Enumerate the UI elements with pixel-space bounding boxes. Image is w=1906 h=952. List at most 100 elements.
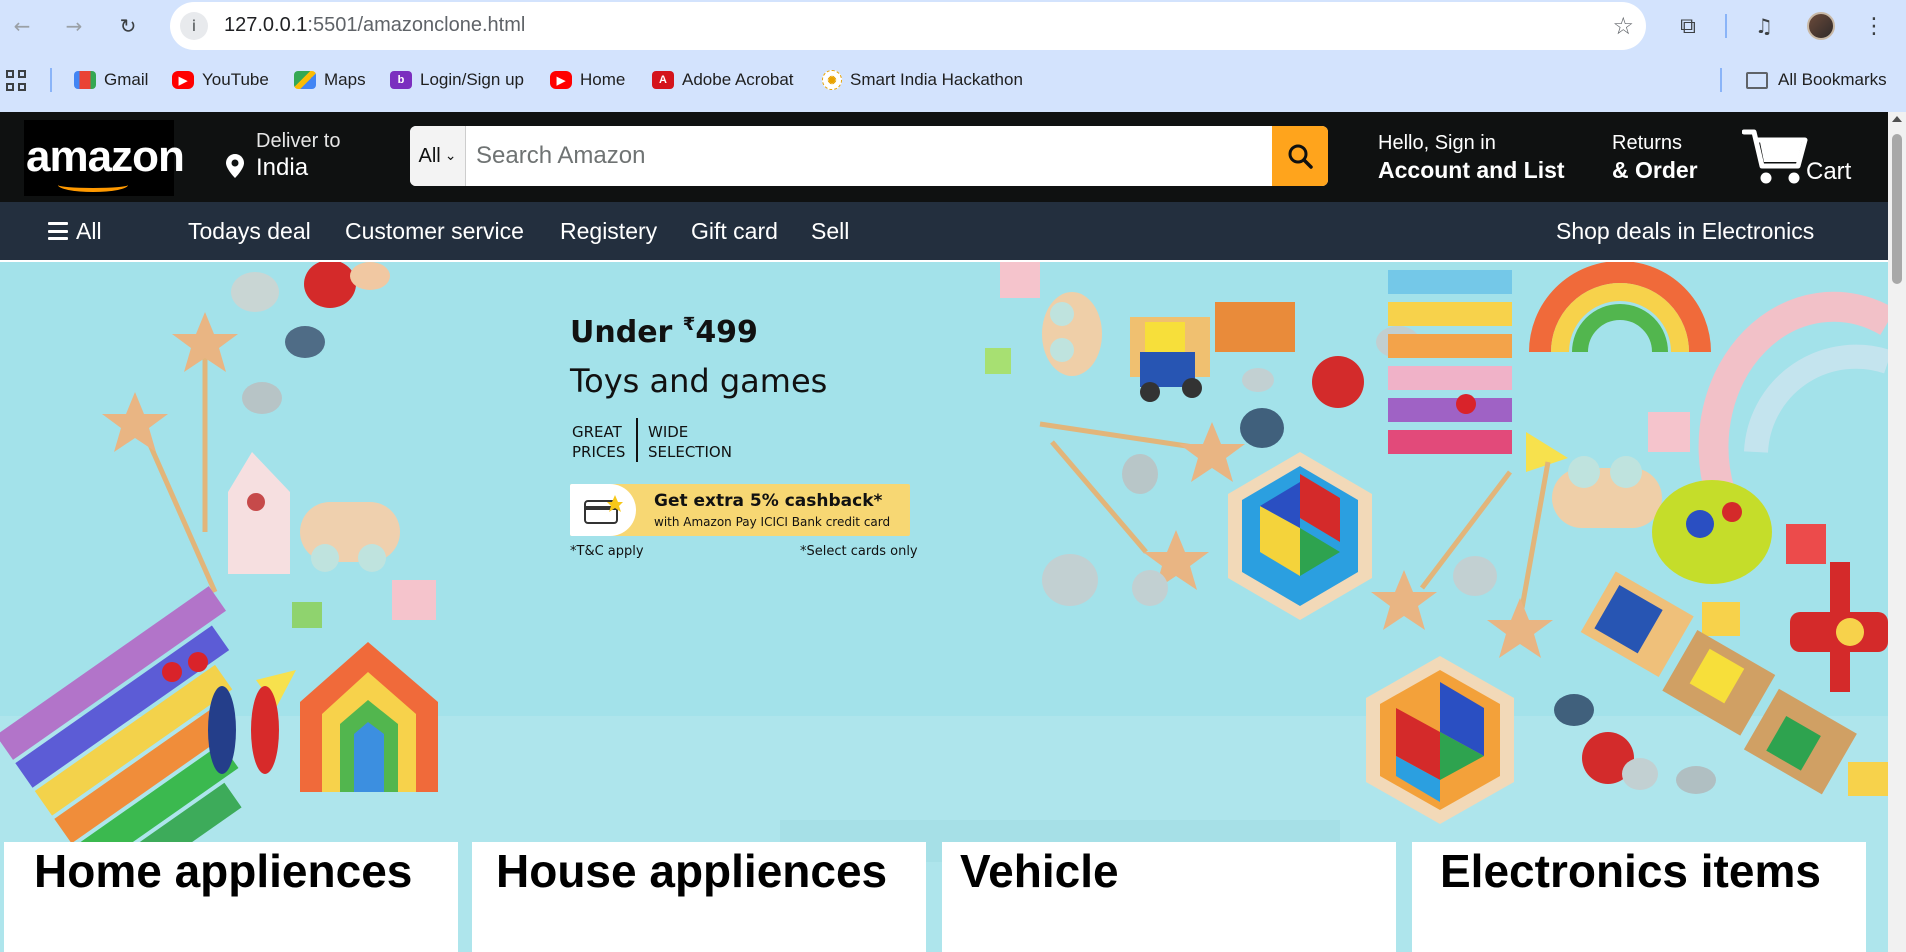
maps-icon [294, 71, 316, 89]
url-text[interactable]: 127.0.0.1:5501/amazonclone.html [224, 14, 525, 37]
cart-label: Cart [1806, 158, 1852, 185]
bookmark-label: YouTube [202, 70, 269, 89]
bookmark-label: Home [580, 70, 626, 89]
chevron-down-icon: ⌄ [444, 148, 457, 164]
sih-icon: ✺ [822, 70, 842, 90]
folder-icon [1746, 71, 1768, 89]
page-viewport: amazon Deliver to India All⌄ Hello, Sign… [0, 112, 1888, 952]
nav-all[interactable]: All [76, 218, 102, 245]
search-category-label: All [418, 144, 441, 167]
bookmark-login[interactable]: b Login/Sign up [390, 68, 524, 92]
search-button[interactable] [1272, 126, 1328, 186]
acrobat-icon: A [652, 71, 674, 89]
amazon-logo[interactable]: amazon [24, 120, 185, 196]
select-cards-note: *Select cards only [800, 544, 918, 559]
nav-customer-service[interactable]: Customer service [345, 218, 524, 245]
apps-grid-icon[interactable] [6, 70, 28, 92]
youtube-icon: ▶ [550, 71, 572, 89]
logo-text: amazon [26, 132, 185, 181]
bookmark-label: Login/Sign up [420, 70, 524, 89]
site-info-icon[interactable]: i [180, 12, 208, 40]
nav-electronics-deals[interactable]: Shop deals in Electronics [1556, 218, 1814, 245]
card-title: House appliences [496, 845, 888, 897]
browser-menu-icon[interactable]: ⋮ [1860, 10, 1888, 42]
category-card-vehicle[interactable]: Vehicle [942, 842, 1396, 952]
bookmarks-divider [50, 68, 52, 92]
bookmark-home[interactable]: ▶ Home [550, 68, 625, 92]
nav-registry[interactable]: Registery [560, 218, 657, 245]
hero-subtitle: Toys and games [570, 362, 828, 400]
logo-smile-icon [58, 178, 128, 192]
gmail-icon [74, 71, 96, 89]
search-input[interactable] [468, 126, 1270, 186]
hero-price: 499 [695, 315, 758, 350]
nav-sell[interactable]: Sell [811, 218, 849, 245]
nav-todays-deal[interactable]: Todays deal [188, 218, 311, 245]
account-signin[interactable]: Hello, Sign in Account and List [1378, 132, 1565, 184]
bookmark-label: Maps [324, 70, 366, 89]
media-control-icon[interactable]: ♫ [1746, 10, 1782, 42]
bookmark-sih[interactable]: ✺ Smart India Hackathon [822, 68, 1023, 92]
amazon-header: amazon Deliver to India All⌄ Hello, Sign… [0, 112, 1888, 202]
bookmarks-bar: Gmail ▶ YouTube Maps b Login/Sign up ▶ Home… [0, 60, 1906, 100]
bookmark-label: Smart India Hackathon [850, 70, 1023, 89]
hamburger-menu-icon[interactable] [48, 222, 68, 240]
bookmark-gmail[interactable]: Gmail [74, 68, 148, 92]
profile-avatar[interactable] [1807, 12, 1835, 40]
badge-divider [636, 418, 638, 462]
bookmarks-divider [1720, 68, 1722, 92]
login-icon: b [390, 71, 412, 89]
all-bookmarks-label: All Bookmarks [1778, 70, 1887, 89]
cart-icon [1742, 129, 1808, 184]
cashback-offer: Get extra 5% cashback* with Amazon Pay I… [570, 484, 910, 536]
returns-label: Returns [1612, 132, 1683, 154]
bookmark-label: Adobe Acrobat [682, 70, 794, 89]
page-scrollbar[interactable] [1888, 112, 1906, 952]
location-pin-icon [226, 154, 244, 178]
search-bar: All ⌄ [410, 126, 1328, 186]
bookmark-youtube[interactable]: ▶ YouTube [172, 68, 269, 92]
category-card-home-appliances[interactable]: Home appliences [4, 842, 458, 952]
extensions-icon[interactable]: ⧉ [1670, 10, 1706, 42]
youtube-icon: ▶ [172, 71, 194, 89]
nav-gift-card[interactable]: Gift card [691, 218, 778, 245]
badge-great-prices: GREAT PRICES [572, 422, 625, 462]
search-icon [1288, 144, 1313, 169]
url-path: :5501/amazonclone.html [307, 14, 526, 36]
scroll-up-arrow-icon[interactable] [1892, 116, 1902, 122]
card-title: Home appliences [34, 845, 413, 897]
badge-text: WIDE [648, 423, 689, 441]
credit-card-icon [570, 484, 636, 536]
bookmark-label: Gmail [104, 70, 149, 89]
account-label: Account and List [1378, 157, 1565, 183]
badge-text: SELECTION [648, 443, 732, 461]
orders-label: & Order [1612, 157, 1698, 183]
cashback-detail: with Amazon Pay ICICI Bank credit card [654, 515, 891, 529]
forward-button[interactable]: → [60, 12, 88, 40]
cashback-headline: Get extra 5% cashback* [654, 491, 883, 511]
hero-title-prefix: Under [570, 315, 683, 350]
rupee-symbol: ₹ [682, 314, 696, 335]
badge-wide-selection: WIDE SELECTION [648, 422, 732, 462]
bookmark-maps[interactable]: Maps [294, 68, 366, 92]
bookmark-acrobat[interactable]: A Adobe Acrobat [652, 68, 794, 92]
terms-note: *T&C apply [570, 544, 644, 559]
deliver-country: India [256, 154, 309, 181]
badge-text: GREAT [572, 423, 622, 441]
cart-button[interactable]: Cart [1742, 126, 1862, 188]
category-card-electronics[interactable]: Electronics items [1412, 842, 1866, 952]
card-title: Vehicle [960, 845, 1119, 897]
returns-orders[interactable]: Returns & Order [1612, 132, 1698, 184]
url-host: 127.0.0.1 [224, 14, 308, 36]
category-card-house-appliances[interactable]: House appliences [472, 842, 926, 952]
address-bar[interactable]: i 127.0.0.1:5501/amazonclone.html ☆ [170, 2, 1646, 50]
back-button[interactable]: ← [8, 12, 36, 40]
bookmark-star-icon[interactable]: ☆ [1612, 12, 1634, 40]
scrollbar-thumb[interactable] [1892, 134, 1902, 284]
search-category-select[interactable]: All ⌄ [410, 126, 466, 186]
reload-button[interactable]: ↻ [114, 12, 142, 40]
badge-text: PRICES [572, 443, 626, 461]
all-bookmarks-button[interactable]: All Bookmarks [1746, 68, 1887, 92]
deliver-label: Deliver to [256, 130, 341, 152]
signin-greeting: Hello, Sign in [1378, 132, 1496, 154]
